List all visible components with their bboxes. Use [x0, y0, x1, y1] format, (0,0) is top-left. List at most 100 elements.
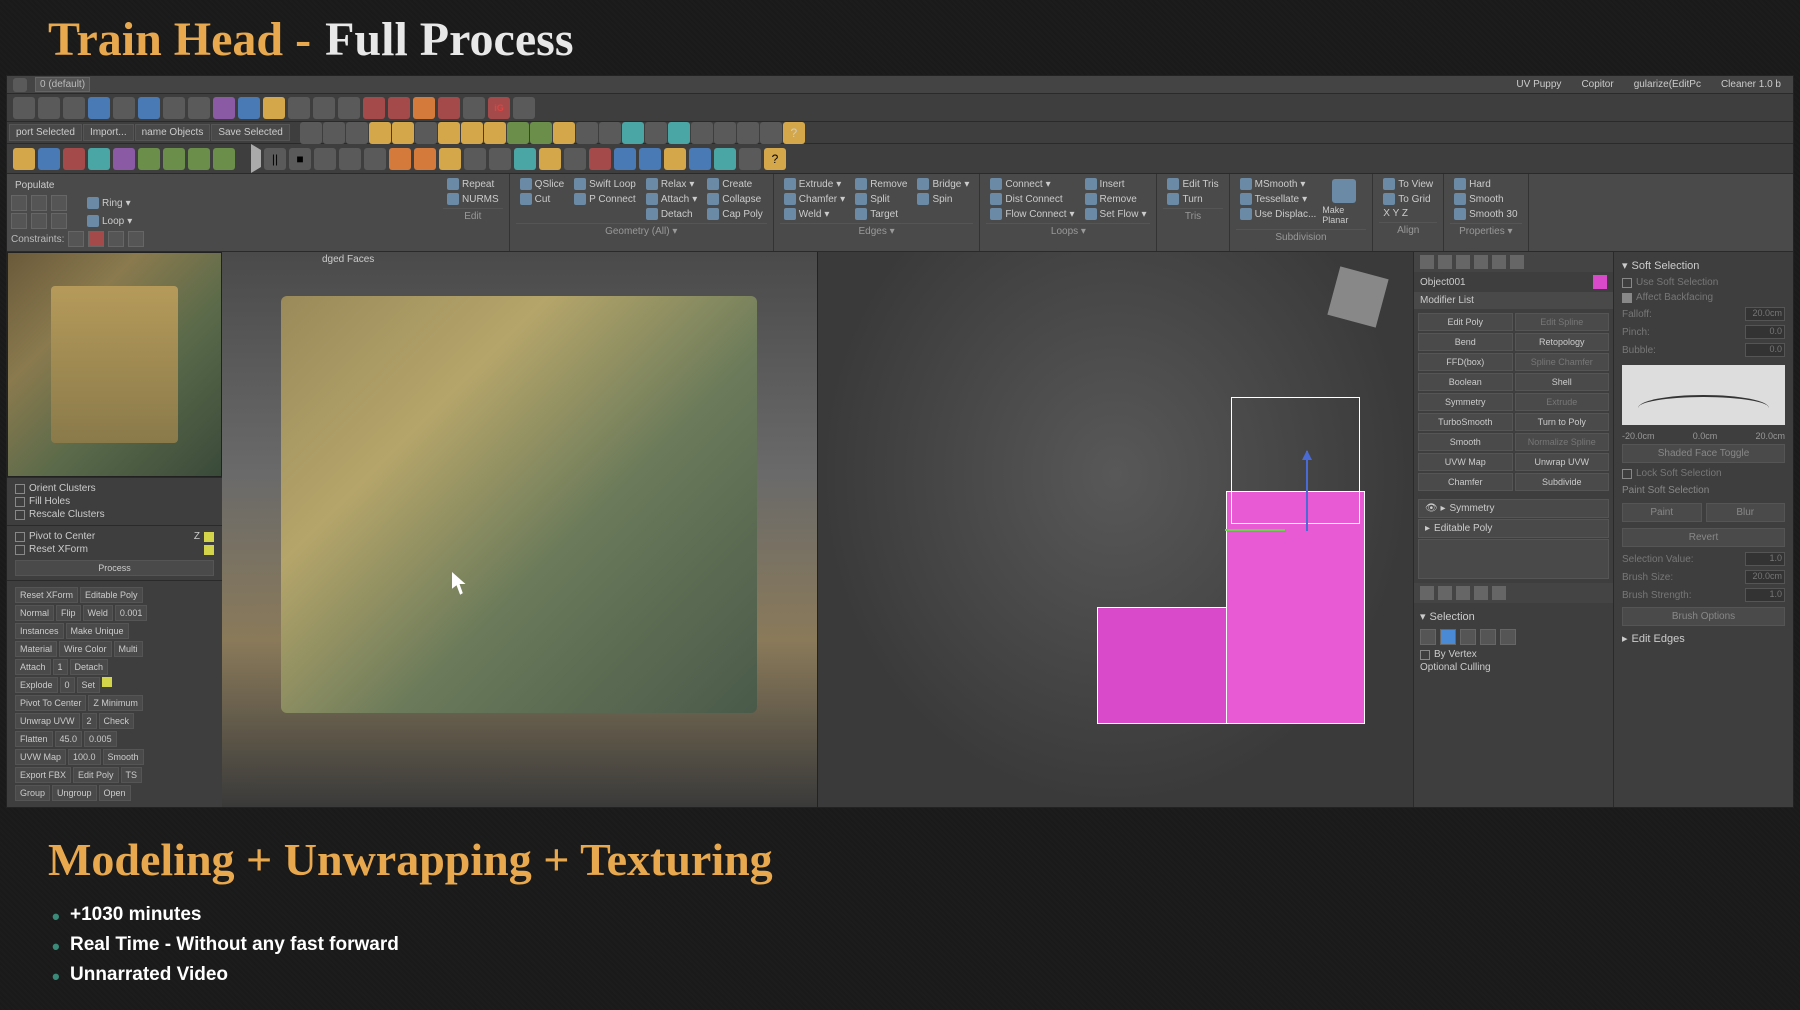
pivot-center-btn[interactable]: Pivot To Center [15, 695, 86, 711]
smooth30-button[interactable]: Smooth 30 [1450, 207, 1521, 221]
fire-icon[interactable] [389, 148, 411, 170]
mod-extrude[interactable]: Extrude [1515, 393, 1610, 411]
attach-btn[interactable]: Attach [15, 659, 51, 675]
paint-button[interactable]: Paint [1622, 503, 1702, 522]
t2-icon-4[interactable] [88, 148, 110, 170]
multi-btn[interactable]: Multi [114, 641, 143, 657]
wirecolor-btn[interactable]: Wire Color [59, 641, 112, 657]
vertex-mode-icon[interactable] [11, 195, 27, 211]
curve-editor-icon[interactable] [737, 122, 759, 144]
mod-turbosmooth[interactable]: TurboSmooth [1418, 413, 1513, 431]
menu-regularize[interactable]: gularize(EditPc [1628, 78, 1707, 91]
blur-button[interactable]: Blur [1706, 503, 1786, 522]
mod-chamfer[interactable]: Chamfer [1418, 473, 1513, 491]
teapot-icon[interactable] [300, 122, 322, 144]
cloud-icon[interactable] [739, 148, 761, 170]
set-flow-button[interactable]: Set Flow ▾ [1081, 207, 1151, 221]
scale-icon[interactable] [188, 97, 210, 119]
instances-btn[interactable]: Instances [15, 623, 64, 639]
placement-icon[interactable] [213, 97, 235, 119]
fill-checkbox[interactable] [15, 497, 25, 507]
help-icon[interactable]: ? [783, 122, 805, 144]
msmooth-button[interactable]: MSmooth ▾ [1236, 177, 1321, 191]
mod-bend[interactable]: Bend [1418, 333, 1513, 351]
smooth-button[interactable]: Smooth [1450, 192, 1521, 206]
pivot-checkbox[interactable] [15, 532, 25, 542]
utilities-tab-icon[interactable] [1510, 255, 1524, 269]
stack-symmetry[interactable]: 👁 ▸ Symmetry [1418, 499, 1609, 518]
object-color-swatch[interactable] [1593, 275, 1607, 289]
t2-icon-5[interactable] [113, 148, 135, 170]
use-soft-checkbox[interactable] [1622, 278, 1632, 288]
grass-icon[interactable] [645, 122, 667, 144]
show-icon[interactable] [1438, 586, 1452, 600]
ring-button[interactable]: Ring ▾ [83, 196, 135, 210]
weld-btn[interactable]: Weld [83, 605, 113, 621]
soft-selection-rollout[interactable]: ▾ Soft Selection [1622, 256, 1785, 275]
c-edge-icon[interactable] [88, 231, 104, 247]
mod-unwrapuvw[interactable]: Unwrap UVW [1515, 453, 1610, 471]
unlink-icon[interactable] [88, 97, 110, 119]
attach-button[interactable]: Attach ▾ [642, 192, 701, 206]
mod-ffd[interactable]: FFD(box) [1418, 353, 1513, 371]
c-normal-icon[interactable] [128, 231, 144, 247]
mod-smooth[interactable]: Smooth [1418, 433, 1513, 451]
cut-button[interactable]: Cut [516, 192, 568, 206]
rotate-icon[interactable] [163, 97, 185, 119]
edge-subobj-icon[interactable] [1440, 629, 1456, 645]
stack-editable-poly[interactable]: ▸ Editable Poly [1418, 519, 1609, 538]
help2-icon[interactable]: ? [764, 148, 786, 170]
modifier-list-dropdown[interactable]: Modifier List [1414, 292, 1613, 309]
gray-sphere-icon[interactable] [691, 122, 713, 144]
menu-copitor[interactable]: Copitor [1575, 78, 1619, 91]
make-unique-btn[interactable]: Make Unique [66, 623, 129, 639]
to-grid-button[interactable]: To Grid [1379, 192, 1437, 206]
wave2-icon[interactable] [714, 148, 736, 170]
flatten-v2[interactable]: 0.005 [84, 731, 117, 747]
remove2-button[interactable]: Remove [1081, 192, 1151, 206]
named-sel-icon[interactable] [338, 97, 360, 119]
modify-tab-icon[interactable] [1438, 255, 1452, 269]
select-icon[interactable] [113, 97, 135, 119]
spiral-icon[interactable] [489, 148, 511, 170]
pin-icon[interactable] [1420, 586, 1434, 600]
stop-icon[interactable]: ■ [289, 148, 311, 170]
affect-back-checkbox[interactable] [1622, 293, 1632, 303]
mod-shell[interactable]: Shell [1515, 373, 1610, 391]
set-btn[interactable]: Set [77, 677, 101, 693]
geo-icon[interactable] [507, 122, 529, 144]
cappoly-button[interactable]: Cap Poly [703, 207, 767, 221]
vertex-subobj-icon[interactable] [1420, 629, 1436, 645]
detach-button[interactable]: Detach [642, 207, 701, 221]
scene-explorer-icon[interactable] [513, 97, 535, 119]
t2-icon-1[interactable] [13, 148, 35, 170]
normal-align-icon[interactable] [438, 97, 460, 119]
pause-icon[interactable]: || [264, 148, 286, 170]
beer-icon[interactable] [539, 148, 561, 170]
water-icon[interactable] [668, 122, 690, 144]
flatten-btn[interactable]: Flatten [15, 731, 53, 747]
resetx-checkbox[interactable] [15, 545, 25, 555]
box-icon[interactable] [346, 122, 368, 144]
viewport-perspective[interactable] [818, 252, 1414, 807]
selset-icon[interactable] [13, 78, 27, 92]
mirror-icon[interactable] [363, 97, 385, 119]
schematic-icon[interactable] [760, 122, 782, 144]
use-displac-button[interactable]: Use Displac... [1236, 207, 1321, 221]
disc-icon[interactable] [484, 122, 506, 144]
c-none-icon[interactable] [68, 231, 84, 247]
create-tab-icon[interactable] [1420, 255, 1434, 269]
flip-btn[interactable]: Flip [56, 605, 81, 621]
pinch-input[interactable]: 0.0 [1745, 325, 1785, 339]
move-icon[interactable] [138, 97, 160, 119]
relax-button[interactable]: Relax ▾ [642, 177, 701, 191]
save-selected-button[interactable]: Save Selected [211, 124, 290, 141]
check-btn[interactable]: Check [99, 713, 135, 729]
turn-button[interactable]: Turn [1163, 192, 1222, 206]
planet-icon[interactable] [639, 148, 661, 170]
mod-turntopoly[interactable]: Turn to Poly [1515, 413, 1610, 431]
target-icon[interactable] [589, 148, 611, 170]
border-subobj-icon[interactable] [1460, 629, 1476, 645]
angle-snap-icon[interactable] [263, 97, 285, 119]
sel-value-input[interactable]: 1.0 [1745, 552, 1785, 566]
